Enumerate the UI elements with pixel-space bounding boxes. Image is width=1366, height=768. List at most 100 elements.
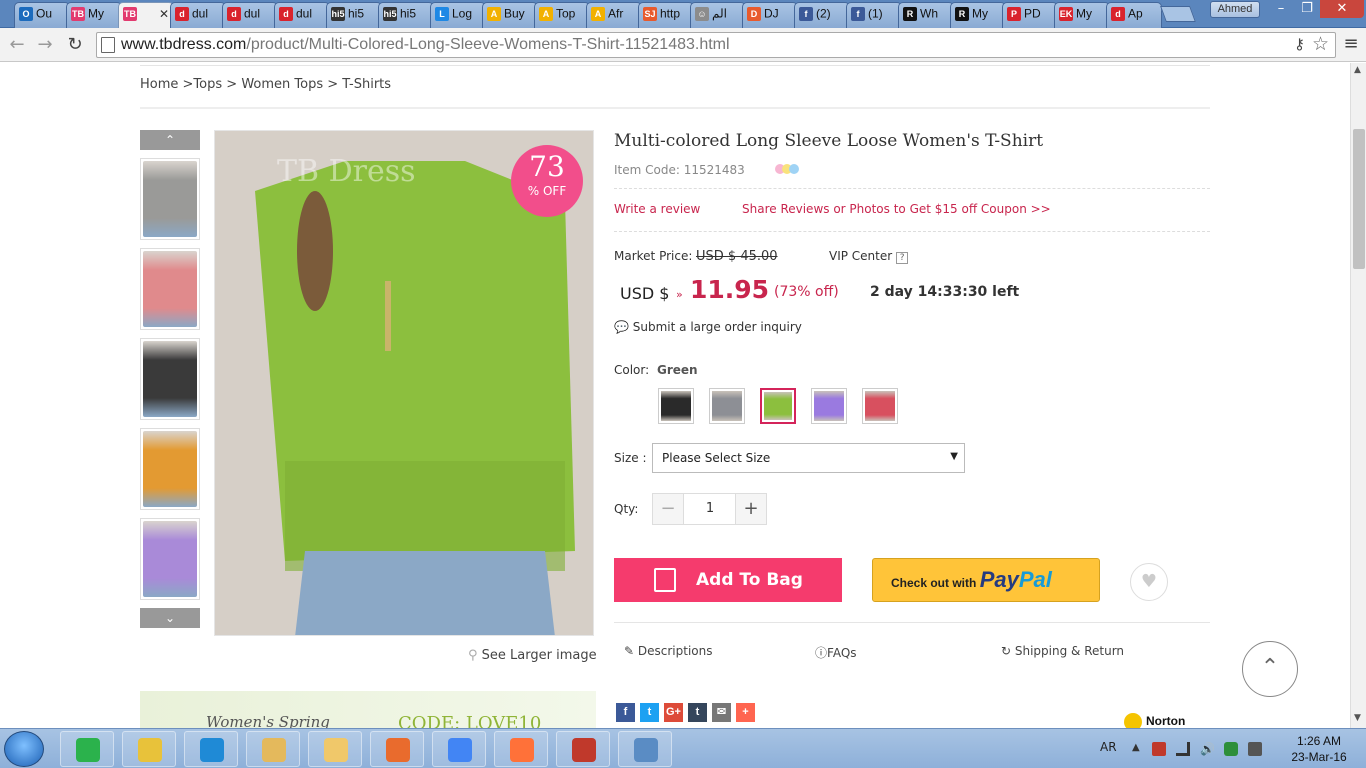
help-icon[interactable]: ? bbox=[896, 252, 909, 264]
browser-tab[interactable]: A Top bbox=[534, 2, 590, 28]
new-tab-button[interactable] bbox=[1160, 6, 1196, 22]
add-to-bag-button[interactable]: Add To Bag bbox=[614, 558, 842, 602]
breadcrumb-home[interactable]: Home bbox=[140, 77, 178, 92]
color-swatch-purple[interactable] bbox=[811, 388, 847, 424]
maximize-icon[interactable]: ❐ bbox=[1294, 0, 1320, 18]
taskbar-app[interactable] bbox=[432, 731, 486, 767]
network-icon[interactable] bbox=[1176, 742, 1190, 756]
browser-tab[interactable]: A Buy bbox=[482, 2, 538, 28]
scroll-up-icon[interactable]: ▲ bbox=[1354, 65, 1361, 75]
thumbs-down-icon[interactable]: ⌄ bbox=[140, 608, 200, 628]
reload-icon[interactable]: ↻ bbox=[62, 33, 88, 57]
forward-icon[interactable]: → bbox=[32, 33, 58, 57]
browser-tab[interactable]: d Ap bbox=[1106, 2, 1162, 28]
norton-badge[interactable]: Norton bbox=[1124, 713, 1204, 728]
qty-increase-button[interactable]: + bbox=[735, 493, 767, 525]
tab-descriptions[interactable]: ✎ Descriptions bbox=[624, 644, 712, 658]
browser-tab[interactable]: SJ http bbox=[638, 2, 694, 28]
browser-tab[interactable]: TB My bbox=[66, 2, 122, 28]
browser-tab[interactable]: P PD bbox=[1002, 2, 1058, 28]
taskbar-app[interactable] bbox=[556, 731, 610, 767]
display-icon[interactable] bbox=[1248, 742, 1262, 756]
browser-tab[interactable]: f (2) bbox=[794, 2, 850, 28]
taskbar-app[interactable] bbox=[184, 731, 238, 767]
large-order-inquiry-link[interactable]: 💬 Submit a large order inquiry bbox=[614, 320, 802, 334]
main-product-image[interactable]: TB Dress 73 % OFF bbox=[214, 130, 594, 636]
taskbar-app[interactable] bbox=[618, 731, 672, 767]
scroll-thumb[interactable] bbox=[1353, 129, 1365, 269]
twitter-icon[interactable]: t bbox=[640, 703, 659, 722]
taskbar-app[interactable] bbox=[494, 731, 548, 767]
menu-icon[interactable]: ≡ bbox=[1342, 34, 1360, 54]
taskbar-app[interactable] bbox=[246, 731, 300, 767]
thumbnail[interactable] bbox=[140, 158, 200, 240]
color-swatch-black[interactable] bbox=[658, 388, 694, 424]
promo-banner[interactable]: Women's Spring CODE: LOVE10 bbox=[140, 691, 596, 728]
share-reviews-link[interactable]: Share Reviews or Photos to Get $15 off C… bbox=[742, 202, 1051, 216]
key-icon[interactable]: ⚷ bbox=[1294, 35, 1305, 53]
sync-icon[interactable] bbox=[1224, 742, 1238, 756]
browser-tab[interactable]: R Wh bbox=[898, 2, 954, 28]
browser-tab[interactable]: d dul bbox=[222, 2, 278, 28]
browser-tab[interactable]: f (1) bbox=[846, 2, 902, 28]
browser-tab[interactable]: d dul bbox=[170, 2, 226, 28]
tab-faqs[interactable]: ⓘFAQs bbox=[815, 644, 857, 661]
start-button[interactable] bbox=[4, 731, 44, 767]
volume-icon[interactable]: 🔊 bbox=[1200, 742, 1215, 756]
thumbnail[interactable] bbox=[140, 248, 200, 330]
more-share-icon[interactable]: + bbox=[736, 703, 755, 722]
thumbnail[interactable] bbox=[140, 518, 200, 600]
browser-tab[interactable]: A Afr bbox=[586, 2, 642, 28]
paypal-checkout-button[interactable]: Check out with PayPal bbox=[872, 558, 1100, 602]
browser-tab[interactable]: O Ou bbox=[14, 2, 70, 28]
browser-tab[interactable]: d dul bbox=[274, 2, 330, 28]
see-larger-link[interactable]: ⚲ See Larger image bbox=[468, 648, 597, 663]
wishlist-heart-icon[interactable]: ♥ bbox=[1130, 563, 1168, 601]
breadcrumb-tops[interactable]: Tops bbox=[193, 77, 222, 92]
browser-tab[interactable]: R My bbox=[950, 2, 1006, 28]
browser-tab[interactable]: hi5 hi5 bbox=[326, 2, 382, 28]
browser-tab[interactable]: D DJ bbox=[742, 2, 798, 28]
vip-center-link[interactable]: VIP Center? bbox=[829, 249, 909, 264]
scroll-down-icon[interactable]: ▼ bbox=[1354, 713, 1361, 723]
color-swatch-gray[interactable] bbox=[709, 388, 745, 424]
browser-tab[interactable]: ☺ الم bbox=[690, 2, 746, 28]
write-review-link[interactable]: Write a review bbox=[614, 202, 700, 216]
browser-tab[interactable]: hi5 hi5 bbox=[378, 2, 434, 28]
tray-expand-icon[interactable]: ▲ bbox=[1132, 742, 1146, 756]
google-plus-icon[interactable]: G+ bbox=[664, 703, 683, 722]
address-bar[interactable]: www.tbdress.com/product/Multi-Colored-Lo… bbox=[96, 32, 1336, 58]
bookmark-star-icon[interactable]: ☆ bbox=[1312, 33, 1329, 55]
security-icon[interactable] bbox=[1152, 742, 1166, 756]
back-icon[interactable]: ← bbox=[4, 33, 30, 57]
browser-tab[interactable]: L Log bbox=[430, 2, 486, 28]
color-swatch-green[interactable] bbox=[760, 388, 796, 424]
minimize-icon[interactable]: – bbox=[1268, 0, 1294, 18]
qty-input[interactable]: 1 bbox=[684, 493, 736, 525]
profile-button[interactable]: Ahmed bbox=[1210, 1, 1260, 18]
breadcrumb-women-tops[interactable]: Women Tops bbox=[241, 77, 323, 92]
back-to-top-button[interactable]: ⌃ bbox=[1242, 641, 1298, 697]
color-swatch-red[interactable] bbox=[862, 388, 898, 424]
tab-close-icon[interactable]: ✕ bbox=[159, 7, 169, 21]
browser-tab[interactable]: EK My bbox=[1054, 2, 1110, 28]
taskbar-app[interactable] bbox=[122, 731, 176, 767]
size-select[interactable]: Please Select Size ▼ bbox=[652, 443, 965, 473]
tumblr-icon[interactable]: t bbox=[688, 703, 707, 722]
browser-tab[interactable]: TB ✕ bbox=[118, 2, 174, 28]
email-icon[interactable]: ✉ bbox=[712, 703, 731, 722]
taskbar-app[interactable] bbox=[308, 731, 362, 767]
thumbs-up-icon[interactable]: ⌃ bbox=[140, 130, 200, 150]
thumbnail[interactable] bbox=[140, 338, 200, 420]
page-scrollbar[interactable]: ▲ ▼ bbox=[1350, 63, 1366, 728]
facebook-icon[interactable]: f bbox=[616, 703, 635, 722]
thumbnail[interactable] bbox=[140, 428, 200, 510]
system-clock[interactable]: 1:26 AM 23-Mar-16 bbox=[1280, 733, 1358, 765]
taskbar-app[interactable] bbox=[60, 731, 114, 767]
tab-shipping-return[interactable]: ↻ Shipping & Return bbox=[1001, 644, 1124, 658]
close-window-icon[interactable]: ✕ bbox=[1320, 0, 1364, 18]
language-indicator[interactable]: AR bbox=[1100, 740, 1117, 754]
breadcrumb-current[interactable]: T-Shirts bbox=[342, 77, 391, 92]
qty-decrease-button[interactable]: − bbox=[652, 493, 684, 525]
taskbar-app[interactable] bbox=[370, 731, 424, 767]
